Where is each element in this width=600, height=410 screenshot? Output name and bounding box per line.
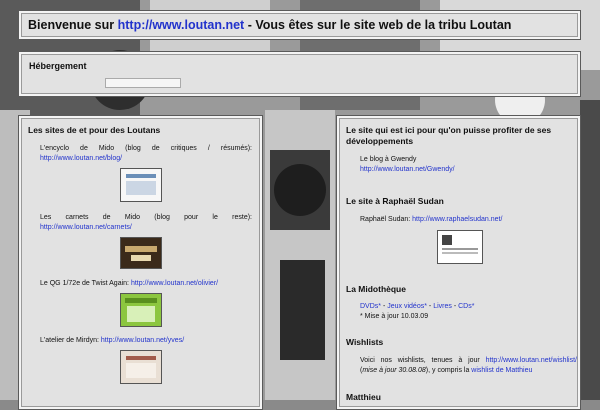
carnets-description: Les carnets de Mido (blog pour le reste)…: [40, 214, 252, 221]
raphael-line: Raphaël Sudan: http://www.raphaelsudan.n…: [360, 216, 503, 223]
encyclo-thumbnail[interactable]: [120, 168, 162, 202]
midotheque-update-note: * Mise à jour 10.03.09: [360, 313, 429, 320]
hosting-title: Hébergement: [29, 61, 87, 71]
loutan-home-link[interactable]: http://www.loutan.net: [118, 18, 245, 32]
livres-link[interactable]: Livres: [433, 303, 452, 310]
atelier-link[interactable]: http://www.loutan.net/yves/: [101, 337, 184, 344]
midotheque-links: DVDs* - Jeux vidéos* - Livres - CDs*: [360, 303, 475, 310]
gwendy-label: Le blog à Gwendy: [360, 156, 417, 163]
matthieu-wishlist-link[interactable]: wishlist de Matthieu: [471, 367, 532, 374]
carnets-thumbnail[interactable]: [120, 237, 162, 269]
jeux-videos-link[interactable]: Jeux vidéos*: [387, 303, 427, 310]
raphael-thumbnail[interactable]: [437, 230, 483, 264]
atelier-thumbnail[interactable]: [120, 350, 162, 384]
encyclo-link[interactable]: http://www.loutan.net/blog/: [40, 154, 122, 164]
wishlists-title: Wishlists: [346, 337, 384, 347]
cds-link[interactable]: CDs*: [458, 303, 474, 310]
hosting-panel: Hébergement: [18, 51, 581, 97]
wishlists-line1: Voici nos wishlists, tenues à jour http:…: [360, 357, 577, 364]
dvds-link[interactable]: DVDs*: [360, 303, 381, 310]
loutan-sites-title: Les sites de et pour des Loutans: [28, 125, 161, 135]
hosting-banner[interactable]: [105, 78, 181, 88]
wishlist-link[interactable]: http://www.loutan.net/wishlist/: [486, 357, 577, 364]
developments-title: Le site qui est ici pour qu'on puisse pr…: [346, 125, 552, 146]
qg-line: Le QG 1/72e de Twist Again: http://www.l…: [40, 280, 219, 287]
raphael-title: Le site à Raphaël Sudan: [346, 196, 444, 206]
raphael-link[interactable]: http://www.raphaelsudan.net/: [412, 216, 502, 223]
matthieu-title: Matthieu: [346, 392, 381, 402]
welcome-header: Bienvenue sur http://www.loutan.net - Vo…: [18, 10, 581, 40]
atelier-line: L'atelier de Mirdyn: http://www.loutan.n…: [40, 337, 185, 344]
encyclo-description: L'encyclo de Mido (blog de critiques / r…: [40, 145, 252, 152]
carnets-link[interactable]: http://www.loutan.net/carnets/: [40, 223, 132, 233]
gwendy-link[interactable]: http://www.loutan.net/Gwendy/: [360, 165, 455, 175]
developments-panel: Le site qui est ici pour qu'on puisse pr…: [336, 115, 581, 410]
qg-thumbnail[interactable]: [120, 293, 162, 327]
wishlists-line2: (mise à jour 30.08.08), y compris la wis…: [360, 367, 533, 374]
midotheque-title: La Midothèque: [346, 284, 406, 294]
loutan-sites-panel: Les sites de et pour des Loutans L'encyc…: [18, 115, 263, 410]
qg-link[interactable]: http://www.loutan.net/olivier/: [131, 280, 218, 287]
welcome-title: Bienvenue sur http://www.loutan.net - Vo…: [28, 18, 512, 32]
